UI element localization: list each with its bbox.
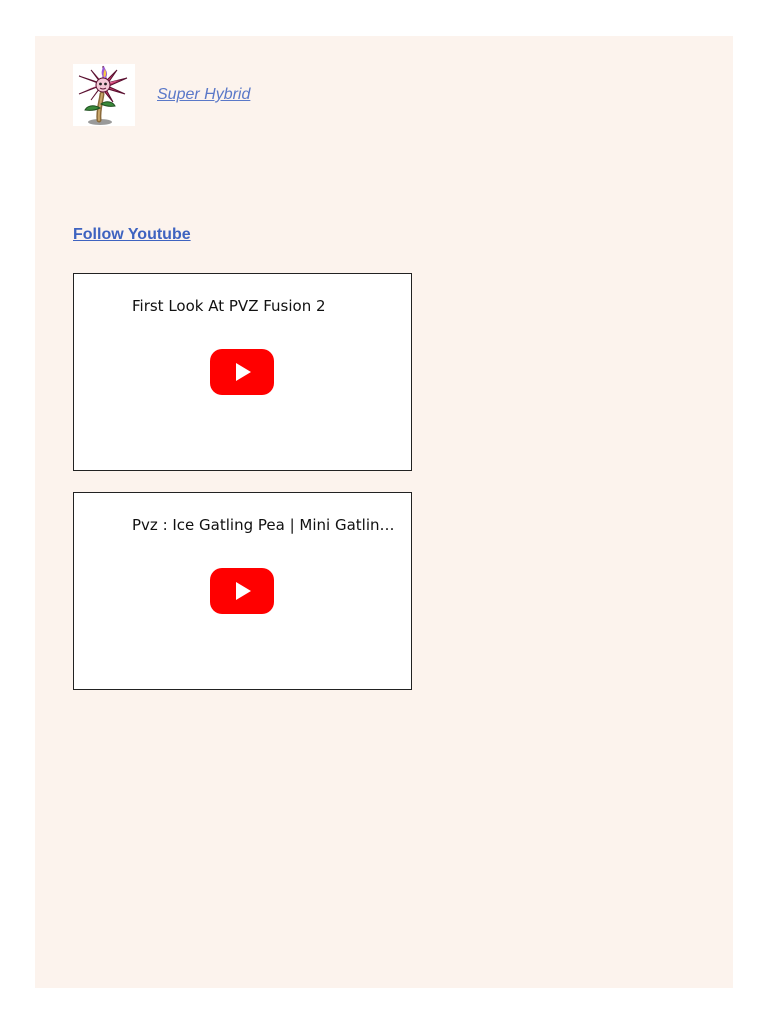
video-embed-1[interactable]: First Look At PVZ Fusion 2	[73, 273, 412, 471]
video-embed-2[interactable]: Pvz : Ice Gatling Pea | Mini Gatling Pea	[73, 492, 412, 690]
youtube-play-button[interactable]	[210, 349, 274, 395]
game-title-link[interactable]: Super Hybrid	[157, 86, 250, 104]
youtube-play-icon	[236, 582, 251, 600]
game-entry: Super Hybrid	[73, 64, 250, 126]
follow-youtube-link[interactable]: Follow Youtube	[73, 226, 191, 244]
game-thumbnail[interactable]	[73, 64, 135, 126]
youtube-play-button[interactable]	[210, 568, 274, 614]
video-title: First Look At PVZ Fusion 2	[132, 297, 326, 315]
youtube-play-icon	[236, 363, 251, 381]
video-title: Pvz : Ice Gatling Pea | Mini Gatling Pea	[132, 516, 402, 534]
spiky-flower-plant-icon	[73, 64, 135, 126]
content-panel: Super Hybrid Follow Youtube First Look A…	[35, 36, 733, 988]
